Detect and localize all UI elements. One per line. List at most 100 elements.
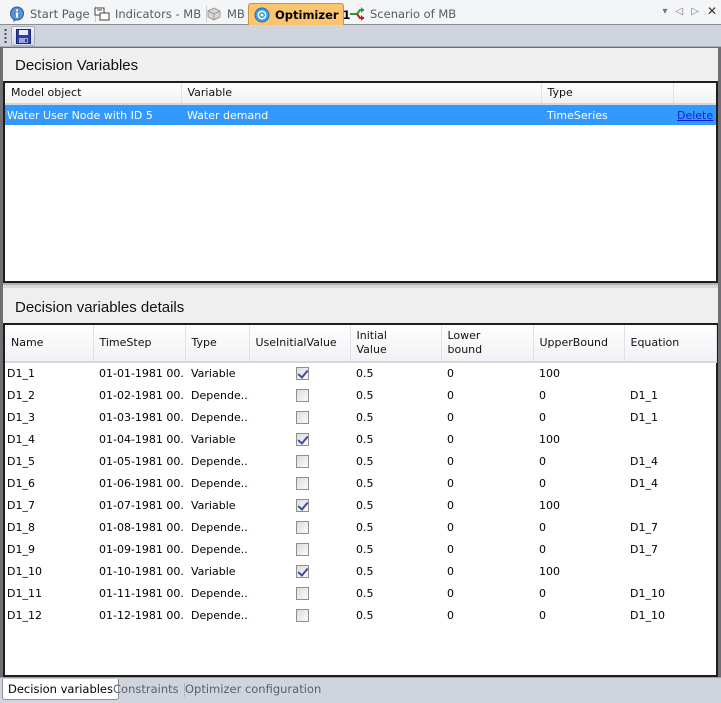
upper-bound-cell[interactable]: 0	[533, 516, 624, 538]
upper-bound-cell[interactable]: 100	[533, 494, 624, 516]
name-cell[interactable]: D1_3	[5, 406, 93, 428]
name-cell[interactable]: D1_6	[5, 472, 93, 494]
table-row[interactable]: D1_9 01-09-1981 00... Depende... 0.5 0 0 D1_7	[5, 538, 716, 560]
name-cell[interactable]: D1_1	[5, 362, 93, 384]
table-row[interactable]: D1_4 01-04-1981 00... Variable 0.5 0 100	[5, 428, 716, 450]
lower-bound-cell[interactable]: 0	[441, 472, 533, 494]
tab-start-page[interactable]: Start Page	[4, 3, 96, 25]
lower-bound-cell[interactable]: 0	[441, 538, 533, 560]
use-initial-value-cell[interactable]	[249, 516, 350, 538]
upper-bound-cell[interactable]: 0	[533, 538, 624, 560]
equation-cell[interactable]: D1_10	[624, 604, 716, 626]
upper-bound-cell[interactable]: 100	[533, 362, 624, 384]
timestep-cell[interactable]: 01-10-1981 00...	[93, 560, 185, 582]
column-header-type[interactable]: Type	[185, 325, 250, 363]
timestep-cell[interactable]: 01-07-1981 00...	[93, 494, 185, 516]
close-tab-icon[interactable]: ✕	[707, 5, 717, 17]
table-row[interactable]: D1_12 01-12-1981 00... Depende... 0.5 0 0 D1_1…	[5, 604, 716, 626]
lower-bound-cell[interactable]: 0	[441, 494, 533, 516]
timestep-cell[interactable]: 01-03-1981 00...	[93, 406, 185, 428]
equation-cell[interactable]: D1_7	[624, 538, 716, 560]
equation-cell[interactable]: D1_4	[624, 472, 716, 494]
use-initial-value-cell[interactable]	[249, 428, 350, 450]
tab-scenario-of-mb[interactable]: Scenario of MB	[344, 3, 461, 25]
tab-list-dropdown-icon[interactable]: ▾	[663, 6, 668, 17]
initial-value-cell[interactable]: 0.5	[350, 472, 441, 494]
use-initial-value-cell[interactable]	[249, 604, 350, 626]
scroll-right-icon[interactable]: ▷	[691, 6, 699, 17]
equation-cell[interactable]: D1_1	[624, 406, 716, 428]
name-cell[interactable]: D1_12	[5, 604, 93, 626]
type-cell[interactable]: Depende...	[185, 406, 249, 428]
equation-cell[interactable]: D1_4	[624, 450, 716, 472]
lower-bound-cell[interactable]: 0	[441, 582, 533, 604]
timestep-cell[interactable]: 01-09-1981 00...	[93, 538, 185, 560]
initial-value-cell[interactable]: 0.5	[350, 538, 441, 560]
checkbox-unchecked[interactable]	[296, 608, 309, 622]
name-cell[interactable]: D1_7	[5, 494, 93, 516]
scroll-left-icon[interactable]: ◁	[676, 6, 684, 17]
use-initial-value-cell[interactable]	[249, 406, 350, 428]
tab-mb[interactable]: MB	[201, 3, 250, 25]
name-cell[interactable]: D1_11	[5, 582, 93, 604]
type-cell[interactable]: Variable	[185, 560, 249, 582]
initial-value-cell[interactable]: 0.5	[350, 450, 441, 472]
checkbox-unchecked[interactable]	[296, 520, 309, 534]
initial-value-cell[interactable]: 0.5	[350, 362, 441, 384]
equation-cell[interactable]: D1_1	[624, 384, 716, 406]
use-initial-value-cell[interactable]	[249, 494, 350, 516]
column-header-upper-bound[interactable]: UpperBound	[533, 325, 625, 363]
upper-bound-cell[interactable]: 0	[533, 582, 624, 604]
equation-cell[interactable]: D1_10	[624, 582, 716, 604]
equation-cell[interactable]	[624, 362, 716, 384]
lower-bound-cell[interactable]: 0	[441, 406, 533, 428]
name-cell[interactable]: D1_5	[5, 450, 93, 472]
timestep-cell[interactable]: 01-08-1981 00...	[93, 516, 185, 538]
tab-optimizer-configuration[interactable]: Optimizer configuration	[180, 681, 326, 699]
tab-decision-variables[interactable]: Decision variables	[2, 679, 119, 700]
equation-cell[interactable]: D1_7	[624, 516, 716, 538]
type-cell[interactable]: Depende...	[185, 516, 249, 538]
lower-bound-cell[interactable]: 0	[441, 450, 533, 472]
toolbar-grip-icon[interactable]	[4, 28, 7, 44]
type-cell[interactable]: Variable	[185, 362, 249, 384]
upper-bound-cell[interactable]: 0	[533, 604, 624, 626]
use-initial-value-cell[interactable]	[249, 560, 350, 582]
type-cell[interactable]: Depende...	[185, 472, 249, 494]
initial-value-cell[interactable]: 0.5	[350, 604, 441, 626]
table-row[interactable]: D1_7 01-07-1981 00... Variable 0.5 0 100	[5, 494, 716, 516]
checkbox-unchecked[interactable]	[296, 586, 309, 600]
timestep-cell[interactable]: 01-12-1981 00...	[93, 604, 185, 626]
timestep-cell[interactable]: 01-02-1981 00...	[93, 384, 185, 406]
table-row[interactable]: D1_10 01-10-1981 00... Variable 0.5 0 100	[5, 560, 716, 582]
initial-value-cell[interactable]: 0.5	[350, 494, 441, 516]
column-header-name[interactable]: Name	[5, 325, 94, 363]
lower-bound-cell[interactable]: 0	[441, 560, 533, 582]
upper-bound-cell[interactable]: 100	[533, 560, 624, 582]
checkbox-unchecked[interactable]	[296, 388, 309, 402]
use-initial-value-cell[interactable]	[249, 538, 350, 560]
table-row[interactable]: D1_1 01-01-1981 00... Variable 0.5 0 100	[5, 362, 716, 384]
table-row[interactable]: D1_2 01-02-1981 00... Depende... 0.5 0 0 D1_1	[5, 384, 716, 406]
upper-bound-cell[interactable]: 100	[533, 428, 624, 450]
column-header-model-object[interactable]: Model object	[5, 83, 182, 105]
use-initial-value-cell[interactable]	[249, 450, 350, 472]
column-header-variable[interactable]: Variable	[181, 83, 361, 105]
type-cell[interactable]: Depende...	[185, 604, 249, 626]
column-header-equation[interactable]: Equation	[624, 325, 717, 363]
timestep-cell[interactable]: 01-05-1981 00...	[93, 450, 185, 472]
checkbox-unchecked[interactable]	[296, 542, 309, 556]
use-initial-value-cell[interactable]	[249, 384, 350, 406]
timestep-cell[interactable]: 01-06-1981 00...	[93, 472, 185, 494]
panel-splitter[interactable]	[3, 283, 718, 288]
upper-bound-cell[interactable]: 0	[533, 472, 624, 494]
table-row[interactable]: D1_11 01-11-1981 00... Depende... 0.5 0 0 D1_1…	[5, 582, 716, 604]
type-cell[interactable]: Depende...	[185, 582, 249, 604]
checkbox-unchecked[interactable]	[296, 476, 309, 490]
name-cell[interactable]: D1_2	[5, 384, 93, 406]
checkbox-checked[interactable]	[296, 432, 309, 446]
table-row[interactable]: D1_6 01-06-1981 00... Depende... 0.5 0 0 D1_4	[5, 472, 716, 494]
name-cell[interactable]: D1_10	[5, 560, 93, 582]
checkbox-checked[interactable]	[296, 498, 309, 512]
table-row[interactable]: D1_3 01-03-1981 00... Depende... 0.5 0 0 D1_1	[5, 406, 716, 428]
